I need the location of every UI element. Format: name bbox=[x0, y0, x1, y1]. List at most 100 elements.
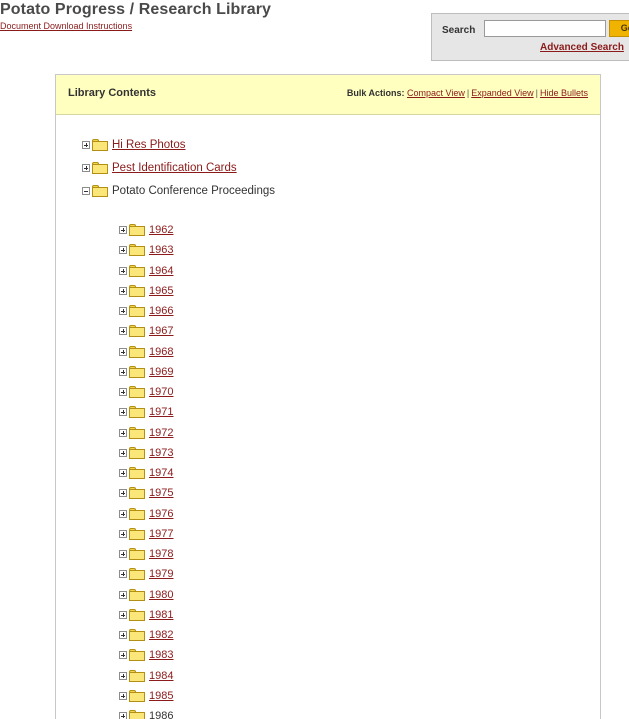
advanced-search-link[interactable]: Advanced Search bbox=[540, 42, 624, 53]
expand-icon[interactable] bbox=[119, 611, 127, 619]
year-link[interactable]: 1970 bbox=[149, 386, 173, 398]
folder-icon bbox=[129, 305, 145, 317]
expand-icon[interactable] bbox=[119, 550, 127, 558]
year-link[interactable]: 1985 bbox=[149, 690, 173, 702]
year-link[interactable]: 1980 bbox=[149, 589, 173, 601]
year-link[interactable]: 1964 bbox=[149, 265, 173, 277]
year-link[interactable]: 1963 bbox=[149, 244, 173, 256]
folder-icon bbox=[129, 406, 145, 418]
year-link[interactable]: 1984 bbox=[149, 670, 173, 682]
hide-bullets-link[interactable]: Hide Bullets bbox=[540, 88, 588, 98]
folder-icon bbox=[129, 265, 145, 277]
expand-icon[interactable] bbox=[119, 449, 127, 457]
library-title: Library Contents bbox=[68, 87, 157, 99]
expand-icon[interactable] bbox=[119, 672, 127, 680]
folder-icon bbox=[129, 589, 145, 601]
folder-icon bbox=[129, 325, 145, 337]
search-input[interactable] bbox=[484, 20, 606, 37]
expand-icon[interactable] bbox=[119, 226, 127, 234]
year-node: 1971 bbox=[119, 406, 173, 418]
folder-icon bbox=[92, 139, 108, 151]
year-link[interactable]: 1967 bbox=[149, 325, 173, 337]
bulk-actions: Bulk Actions: Compact View | Expanded View… bbox=[347, 88, 588, 98]
year-node: 1985 bbox=[119, 690, 173, 702]
bulk-actions-label: Bulk Actions: bbox=[346, 88, 405, 98]
tree-node: Hi Res Photos bbox=[82, 139, 186, 151]
expand-icon[interactable] bbox=[119, 510, 127, 518]
year-link[interactable]: 1976 bbox=[149, 508, 173, 520]
expand-icon[interactable] bbox=[119, 327, 127, 335]
year-link[interactable]: 1973 bbox=[149, 447, 173, 459]
tree-node-label[interactable]: Pest Identification Cards bbox=[112, 162, 237, 174]
expanded-view-link[interactable]: Expanded View bbox=[471, 88, 533, 98]
expand-icon[interactable] bbox=[119, 591, 127, 599]
year-node: 1963 bbox=[119, 244, 173, 256]
expand-icon[interactable] bbox=[119, 631, 127, 639]
year-node: 1962 bbox=[119, 224, 173, 236]
year-link[interactable]: 1979 bbox=[149, 568, 173, 580]
expand-icon[interactable] bbox=[82, 141, 90, 149]
folder-icon bbox=[129, 710, 145, 719]
expand-icon[interactable] bbox=[119, 489, 127, 497]
year-node: 1984 bbox=[119, 670, 173, 682]
year-link[interactable]: 1972 bbox=[149, 427, 173, 439]
library-panel: Library Contents Bulk Actions: Compact V… bbox=[55, 74, 601, 719]
year-link[interactable]: 1969 bbox=[149, 366, 173, 378]
expand-icon[interactable] bbox=[82, 164, 90, 172]
folder-icon bbox=[129, 366, 145, 378]
year-link[interactable]: 1968 bbox=[149, 346, 173, 358]
folder-icon bbox=[129, 447, 145, 459]
expand-icon[interactable] bbox=[119, 692, 127, 700]
expand-icon[interactable] bbox=[119, 307, 127, 315]
year-node: 1964 bbox=[119, 265, 173, 277]
year-link[interactable]: 1962 bbox=[149, 224, 173, 236]
tree-node: Potato Conference Proceedings bbox=[82, 185, 275, 197]
expand-icon[interactable] bbox=[119, 287, 127, 295]
folder-icon bbox=[129, 346, 145, 358]
expand-icon[interactable] bbox=[119, 469, 127, 477]
folder-icon bbox=[129, 629, 145, 641]
expand-icon[interactable] bbox=[119, 429, 127, 437]
year-link[interactable]: 1971 bbox=[149, 406, 173, 418]
year-node: 1974 bbox=[119, 467, 173, 479]
folder-icon bbox=[129, 649, 145, 661]
expand-icon[interactable] bbox=[119, 530, 127, 538]
expand-icon[interactable] bbox=[119, 712, 127, 719]
year-link[interactable]: 1975 bbox=[149, 487, 173, 499]
expand-icon[interactable] bbox=[119, 388, 127, 396]
year-node: 1970 bbox=[119, 386, 173, 398]
folder-icon bbox=[129, 244, 145, 256]
year-link[interactable]: 1983 bbox=[149, 649, 173, 661]
collapse-icon[interactable] bbox=[82, 187, 90, 195]
folder-icon bbox=[129, 467, 145, 479]
year-link[interactable]: 1965 bbox=[149, 285, 173, 297]
year-link[interactable]: 1977 bbox=[149, 528, 173, 540]
compact-view-link[interactable]: Compact View bbox=[407, 88, 465, 98]
library-header: Library Contents Bulk Actions: Compact V… bbox=[56, 75, 600, 115]
year-node: 1972 bbox=[119, 427, 173, 439]
tree-node-label[interactable]: Hi Res Photos bbox=[112, 139, 186, 151]
year-link[interactable]: 1978 bbox=[149, 548, 173, 560]
year-link[interactable]: 1981 bbox=[149, 609, 173, 621]
search-go-button[interactable]: Go bbox=[609, 20, 629, 37]
folder-icon bbox=[129, 386, 145, 398]
year-link[interactable]: 1986 bbox=[149, 710, 173, 719]
year-link[interactable]: 1974 bbox=[149, 467, 173, 479]
folder-icon bbox=[92, 162, 108, 174]
expand-icon[interactable] bbox=[119, 267, 127, 275]
folder-icon bbox=[129, 670, 145, 682]
year-node: 1975 bbox=[119, 487, 173, 499]
expand-icon[interactable] bbox=[119, 246, 127, 254]
download-instructions-link[interactable]: Document Download Instructions bbox=[0, 21, 132, 31]
search-panel: Search Go Advanced Search bbox=[431, 13, 629, 61]
folder-icon bbox=[129, 224, 145, 236]
expand-icon[interactable] bbox=[119, 570, 127, 578]
expand-icon[interactable] bbox=[119, 651, 127, 659]
expand-icon[interactable] bbox=[119, 368, 127, 376]
expand-icon[interactable] bbox=[119, 408, 127, 416]
year-node: 1977 bbox=[119, 528, 173, 540]
year-link[interactable]: 1966 bbox=[149, 305, 173, 317]
year-link[interactable]: 1982 bbox=[149, 629, 173, 641]
folder-icon bbox=[129, 285, 145, 297]
expand-icon[interactable] bbox=[119, 348, 127, 356]
